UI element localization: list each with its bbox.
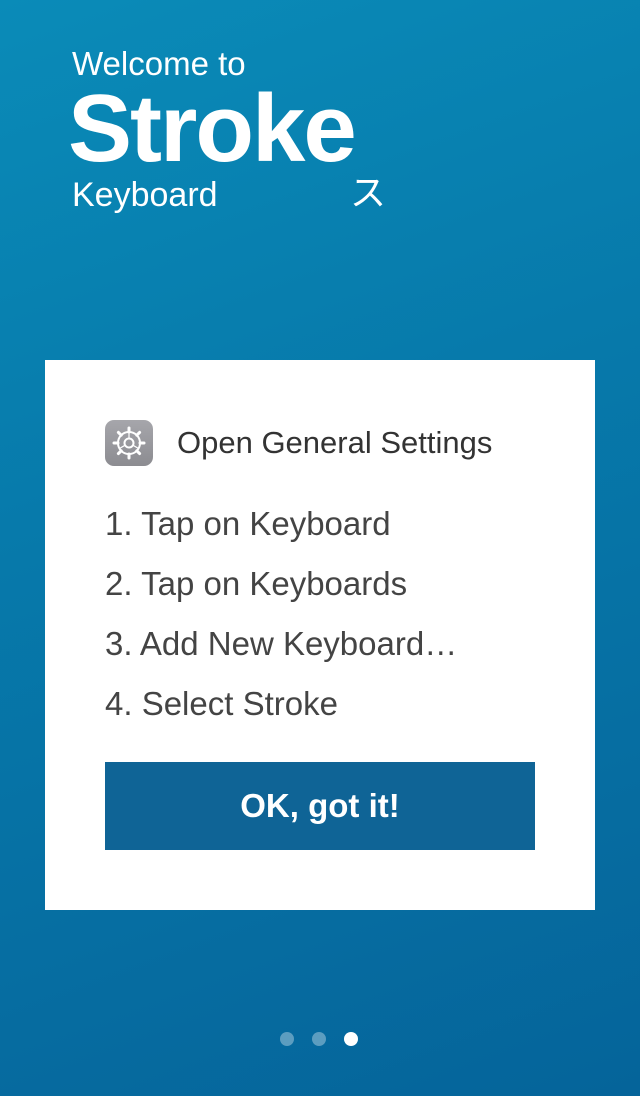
step-item: 2. Tap on Keyboards — [105, 565, 408, 602]
page-dot-2[interactable] — [312, 1032, 326, 1046]
ok-button[interactable]: OK, got it! — [105, 762, 535, 850]
instructions-card: Open General Settings 1. Tap on Keyboard… — [45, 360, 595, 910]
page-indicator[interactable] — [280, 1032, 358, 1046]
brand-title: Stroke — [68, 75, 357, 182]
step-item: 1. Tap on Keyboard — [105, 505, 391, 542]
kana-glyph: ス — [350, 173, 387, 214]
step-item: 3. Add New Keyboard… — [105, 625, 458, 662]
page-dot-1[interactable] — [280, 1032, 294, 1046]
gear-icon — [105, 420, 153, 466]
settings-row: Open General Settings — [105, 419, 492, 467]
settings-title: Open General Settings — [177, 425, 493, 460]
step-item: 4. Select Stroke — [105, 685, 338, 722]
steps-list: 1. Tap on Keyboard 2. Tap on Keyboards 3… — [105, 494, 457, 734]
page-dot-3[interactable] — [344, 1032, 358, 1046]
brand-subtitle: Keyboard — [72, 176, 218, 214]
